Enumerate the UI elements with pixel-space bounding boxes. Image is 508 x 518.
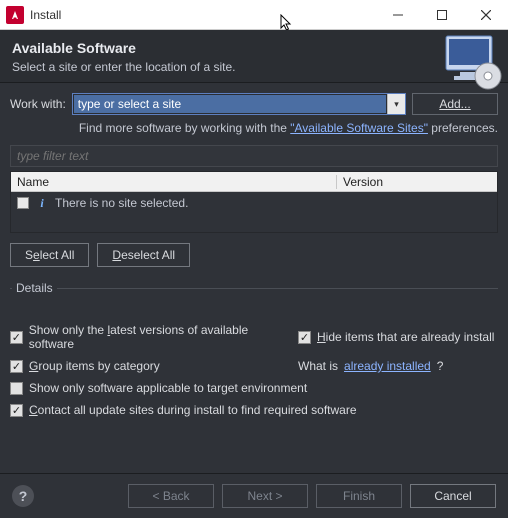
back-button: < Back xyxy=(128,484,214,508)
angular-icon xyxy=(6,6,24,24)
maximize-button[interactable] xyxy=(420,0,464,30)
checkbox-icon xyxy=(10,382,23,395)
option-target-env[interactable]: Show only software applicable to target … xyxy=(10,381,498,395)
cancel-button[interactable]: Cancel xyxy=(410,484,496,508)
wizard-footer: ? < Back Next > Finish Cancel xyxy=(0,473,508,518)
checkbox-icon: ✓ xyxy=(10,360,23,373)
install-graphic-icon xyxy=(440,32,504,92)
empty-message: There is no site selected. xyxy=(55,196,188,210)
help-icon[interactable]: ? xyxy=(12,485,34,507)
workwith-input[interactable] xyxy=(74,95,386,113)
info-icon: i xyxy=(35,196,49,210)
available-sites-link[interactable]: "Available Software Sites" xyxy=(290,121,428,135)
checkbox-icon: ✓ xyxy=(10,404,23,417)
option-latest-versions[interactable]: ✓ Show only the latest versions of avail… xyxy=(10,323,290,351)
column-name[interactable]: Name xyxy=(11,175,337,189)
details-legend: Details xyxy=(12,281,57,295)
checkbox-icon: ✓ xyxy=(298,331,311,344)
window-title: Install xyxy=(30,8,376,22)
chevron-down-icon[interactable]: ▾ xyxy=(387,94,405,114)
next-button: Next > xyxy=(222,484,308,508)
deselect-all-button[interactable]: Deselect All xyxy=(97,243,190,267)
dialog-header: Available Software Select a site or ente… xyxy=(0,30,508,83)
select-all-button[interactable]: Select All xyxy=(10,243,89,267)
option-hide-installed[interactable]: ✓ Hide items that are already install xyxy=(298,323,498,351)
page-title: Available Software xyxy=(12,40,235,56)
add-button[interactable]: Add... xyxy=(412,93,498,115)
titlebar: Install xyxy=(0,0,508,30)
software-table: Name Version i There is no site selected… xyxy=(10,171,498,233)
option-group-category[interactable]: ✓ Group items by category xyxy=(10,359,290,373)
table-header: Name Version xyxy=(11,172,497,192)
software-sites-hint: Find more software by working with the "… xyxy=(10,121,498,135)
minimize-button[interactable] xyxy=(376,0,420,30)
workwith-label: Work with: xyxy=(10,97,66,111)
details-group: Details xyxy=(10,281,498,315)
already-installed-link[interactable]: already installed xyxy=(344,359,431,373)
page-subtitle: Select a site or enter the location of a… xyxy=(12,60,235,74)
option-contact-sites[interactable]: ✓ Contact all update sites during instal… xyxy=(10,403,498,417)
filter-input[interactable] xyxy=(10,145,498,167)
table-empty-row: i There is no site selected. xyxy=(17,196,491,210)
workwith-combo[interactable]: ▾ xyxy=(72,93,406,115)
close-button[interactable] xyxy=(464,0,508,30)
checkbox-icon: ✓ xyxy=(10,331,23,344)
row-checkbox[interactable] xyxy=(17,197,29,209)
finish-button: Finish xyxy=(316,484,402,508)
already-installed-text: What is already installed? xyxy=(298,359,498,373)
column-version[interactable]: Version xyxy=(337,175,497,189)
